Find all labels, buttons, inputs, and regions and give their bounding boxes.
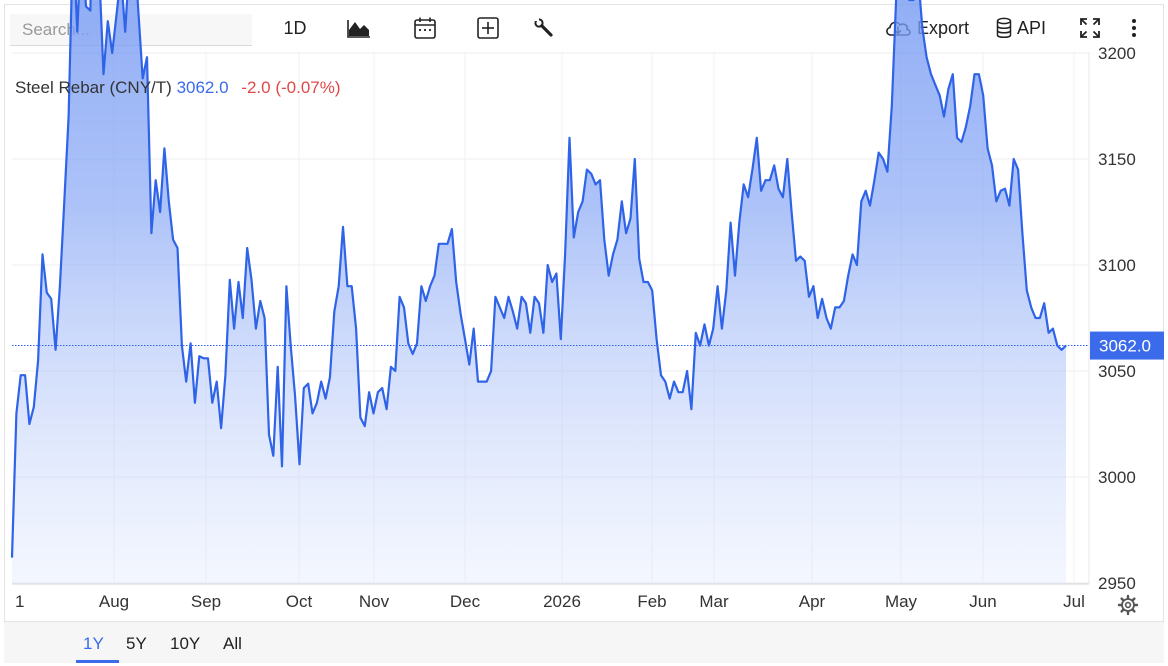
x-axis: 1 Aug Sep Oct Nov Dec 2026 Feb Mar Apr May Jun Jul	[15, 592, 1085, 611]
y-tick-label: 3050	[1098, 362, 1136, 381]
range-1y-button[interactable]: 1Y	[83, 634, 104, 654]
legend-change: -2.0 (-0.07%)	[241, 78, 341, 97]
legend-instrument-name: Steel Rebar (CNY/T)	[15, 78, 172, 97]
active-range-indicator	[76, 660, 119, 663]
x-tick-label: Sep	[191, 592, 221, 611]
x-tick-label: May	[885, 592, 918, 611]
chart-legend: Steel Rebar (CNY/T) 3062.0 -2.0 (-0.07%)	[15, 78, 341, 98]
legend-price: 3062.0	[176, 78, 229, 97]
y-tick-label: 3150	[1098, 150, 1136, 169]
x-tick-label: 1	[15, 592, 24, 611]
last-price-tag-text: 3062.0	[1099, 337, 1151, 356]
y-tick-label: 3000	[1098, 468, 1136, 487]
settings-button[interactable]	[1117, 594, 1139, 621]
x-tick-label: Jun	[969, 592, 996, 611]
gear-icon	[1117, 594, 1139, 616]
x-tick-label: Apr	[799, 592, 826, 611]
range-all-button[interactable]: All	[223, 634, 242, 654]
last-price-tag: 3062.0	[1090, 331, 1164, 360]
x-tick-label: Mar	[699, 592, 729, 611]
range-selector: 1Y 5Y 10Y All	[4, 621, 1164, 663]
x-tick-label: Jul	[1063, 592, 1085, 611]
range-5y-button[interactable]: 5Y	[126, 634, 147, 654]
y-axis: 295030003050310031503200325033003350	[1098, 44, 1136, 593]
x-tick-label: Aug	[99, 592, 129, 611]
x-tick-label: Feb	[637, 592, 666, 611]
y-tick-label: 2950	[1098, 574, 1136, 593]
x-tick-label: Oct	[286, 592, 313, 611]
y-tick-label: 3100	[1098, 256, 1136, 275]
x-tick-label: Dec	[450, 592, 481, 611]
y-tick-label: 3200	[1098, 44, 1136, 63]
x-tick-label: 2026	[543, 592, 581, 611]
range-10y-button[interactable]: 10Y	[170, 634, 200, 654]
x-tick-label: Nov	[359, 592, 390, 611]
